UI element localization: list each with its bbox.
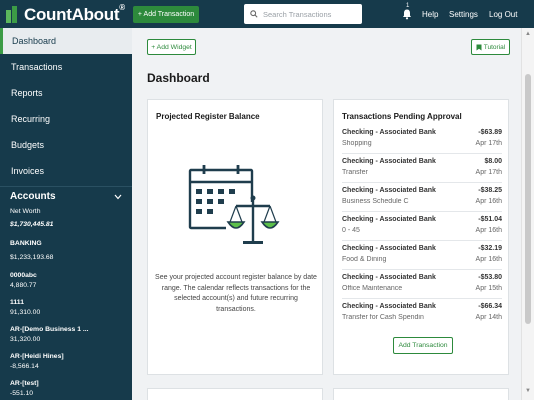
- help-link[interactable]: Help: [422, 10, 438, 19]
- account-item[interactable]: 1111 91,310.00: [0, 299, 132, 316]
- transaction-date: Apr 17th: [475, 169, 502, 176]
- logout-link[interactable]: Log Out: [489, 10, 517, 19]
- transaction-category: Office Maintenance: [342, 285, 403, 292]
- account-balance: -8,566.14: [10, 363, 39, 370]
- transaction-account: Checking - Associated Bank: [342, 245, 436, 252]
- pending-transaction-row[interactable]: Checking - Associated Bank -$63.89 Shopp…: [342, 125, 502, 154]
- transaction-amount: -$32.19: [478, 245, 502, 252]
- transaction-amount: -$66.34: [478, 303, 502, 310]
- account-balance: 91,310.00: [10, 309, 41, 316]
- card-description: See your projected account register bala…: [155, 274, 317, 313]
- tutorial-label: Tutorial: [483, 43, 506, 51]
- transaction-amount: -$53.80: [478, 274, 502, 281]
- account-name: AR-[Demo Business 1 ...: [10, 326, 89, 333]
- transaction-account: Checking - Associated Bank: [342, 129, 436, 136]
- sidebar-item-reports[interactable]: Reports: [0, 80, 132, 106]
- logo-registered-mark: ®: [119, 2, 125, 12]
- scroll-down-arrow-icon[interactable]: ▼: [525, 388, 531, 394]
- transaction-date: Apr 14th: [475, 314, 502, 321]
- dashboard-widget-card: [147, 388, 323, 400]
- transaction-amount: -$51.04: [478, 216, 502, 223]
- account-item[interactable]: AR-[test] -551.10: [0, 380, 132, 397]
- transaction-category: Food & Dining: [342, 256, 387, 263]
- transaction-category: 0 - 45: [342, 227, 360, 234]
- transactions-pending-approval-card: Transactions Pending Approval Checking -…: [333, 99, 509, 375]
- pending-transaction-row[interactable]: Checking - Associated Bank -$66.34 Trans…: [342, 299, 502, 328]
- calendar-scale-illustration: [188, 165, 280, 250]
- banking-value: $1,233,193.68: [10, 254, 54, 261]
- bell-icon[interactable]: [401, 8, 413, 20]
- logo-bars-icon: [6, 6, 20, 23]
- chevron-down-icon[interactable]: [114, 194, 122, 200]
- accounts-header[interactable]: Accounts: [0, 186, 132, 206]
- transaction-account: Checking - Associated Bank: [342, 216, 436, 223]
- top-navigation-bar: CountAbout® + Add Transaction 1 Help Set…: [0, 0, 534, 28]
- account-name: AR-[Heidi Hines]: [10, 353, 64, 360]
- sidebar-item-transactions[interactable]: Transactions: [0, 54, 132, 80]
- sidebar-item-budgets[interactable]: Budgets: [0, 132, 132, 158]
- sidebar-item-invoices[interactable]: Invoices: [0, 158, 132, 184]
- notification-count-badge: 1: [406, 3, 410, 9]
- sidebar-item-recurring[interactable]: Recurring: [0, 106, 132, 132]
- account-item[interactable]: 0000abc 4,880.77: [0, 272, 132, 289]
- transaction-account: Checking - Associated Bank: [342, 187, 436, 194]
- transaction-category: Business Schedule C: [342, 198, 409, 205]
- account-item[interactable]: AR-[Demo Business 1 ... 31,320.00: [0, 326, 132, 343]
- transaction-date: Apr 16th: [475, 256, 502, 263]
- accounts-title: Accounts: [10, 191, 56, 202]
- account-balance: 31,320.00: [10, 336, 41, 343]
- sidebar: Dashboard Transactions Reports Recurring…: [0, 28, 132, 400]
- transaction-category: Shopping: [342, 140, 372, 147]
- transaction-amount: -$38.25: [478, 187, 502, 194]
- transaction-category: Transfer: [342, 169, 368, 176]
- transaction-date: Apr 16th: [475, 198, 502, 205]
- card-title: Transactions Pending Approval: [342, 112, 462, 121]
- transaction-category: Transfer for Cash Spendin: [342, 314, 424, 321]
- banking-group[interactable]: BANKING $1,233,193.68: [0, 240, 132, 261]
- pending-transaction-row[interactable]: Checking - Associated Bank -$53.80 Offic…: [342, 270, 502, 299]
- transaction-account: Checking - Associated Bank: [342, 303, 436, 310]
- account-balance: 4,880.77: [10, 282, 37, 289]
- scrollbar-thumb[interactable]: [525, 74, 531, 324]
- transaction-date: Apr 16th: [475, 227, 502, 234]
- transaction-amount: -$63.89: [478, 129, 502, 136]
- transaction-date: Apr 15th: [475, 285, 502, 292]
- account-name: 0000abc: [10, 272, 37, 279]
- bookmark-icon: [476, 44, 482, 50]
- pending-transaction-row[interactable]: Checking - Associated Bank -$32.19 Food …: [342, 241, 502, 270]
- transaction-amount: $8.00: [484, 158, 502, 165]
- page-scrollbar[interactable]: ▲ ▼: [521, 28, 534, 400]
- logo-text: CountAbout: [24, 4, 120, 24]
- projected-register-balance-card: Projected Register Balance See your proj…: [147, 99, 323, 375]
- account-name: AR-[test]: [10, 380, 39, 387]
- transaction-account: Checking - Associated Bank: [342, 274, 436, 281]
- pending-transaction-row[interactable]: Checking - Associated Bank $8.00 Transfe…: [342, 154, 502, 183]
- transaction-date: Apr 17th: [475, 140, 502, 147]
- dashboard-widget-card: [333, 388, 509, 400]
- page-title: Dashboard: [147, 71, 210, 85]
- add-transaction-button[interactable]: + Add Transaction: [133, 6, 199, 23]
- countabout-logo[interactable]: CountAbout®: [6, 2, 125, 24]
- account-balance: -551.10: [10, 390, 34, 397]
- add-widget-button[interactable]: + Add Widget: [147, 39, 196, 55]
- tutorial-button[interactable]: Tutorial: [471, 39, 510, 55]
- transaction-account: Checking - Associated Bank: [342, 158, 436, 165]
- net-worth-value: $1,730,445.81: [10, 221, 54, 228]
- sidebar-item-dashboard[interactable]: Dashboard: [0, 28, 132, 54]
- settings-link[interactable]: Settings: [449, 10, 478, 19]
- pending-transaction-row[interactable]: Checking - Associated Bank -$51.04 0 - 4…: [342, 212, 502, 241]
- account-name: 1111: [10, 299, 24, 306]
- banking-label: BANKING: [10, 240, 42, 247]
- pending-transaction-row[interactable]: Checking - Associated Bank -$38.25 Busin…: [342, 183, 502, 212]
- add-transaction-card-button[interactable]: Add Transaction: [393, 337, 453, 354]
- search-box[interactable]: [244, 4, 362, 24]
- net-worth-label: Net Worth: [10, 208, 41, 215]
- search-icon: [250, 10, 258, 18]
- scroll-up-arrow-icon[interactable]: ▲: [525, 31, 531, 37]
- account-item[interactable]: AR-[Heidi Hines] -8,566.14: [0, 353, 132, 370]
- search-input[interactable]: [263, 9, 355, 19]
- card-title: Projected Register Balance: [156, 112, 260, 121]
